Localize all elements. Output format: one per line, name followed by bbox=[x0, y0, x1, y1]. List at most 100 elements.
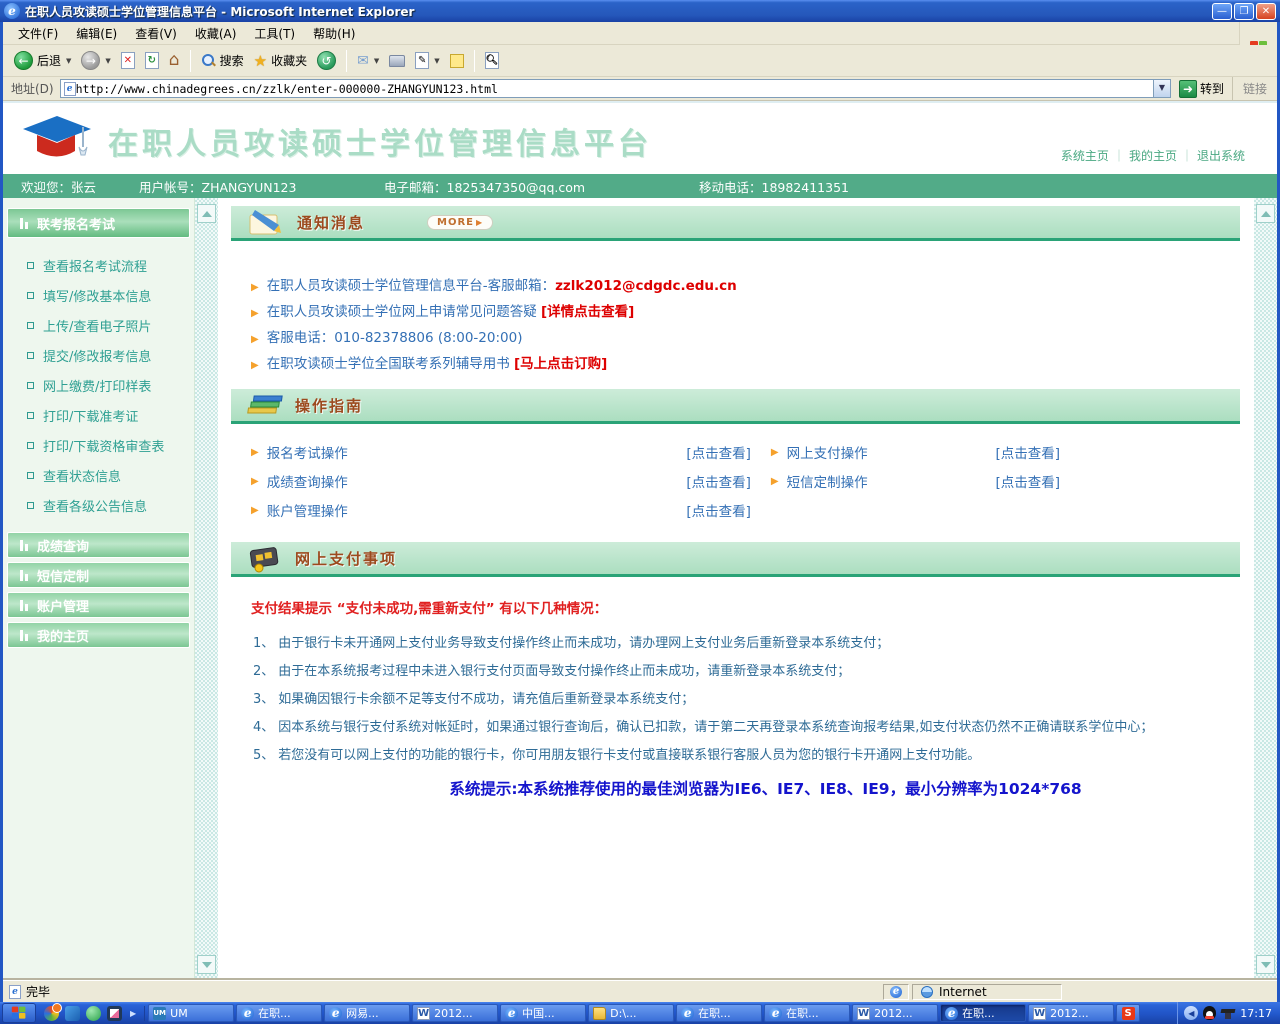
taskbar-button[interactable]: W2012... bbox=[852, 1004, 938, 1022]
search-button[interactable]: 搜索 bbox=[196, 50, 249, 71]
scroll-up-icon[interactable] bbox=[197, 204, 216, 223]
graduate-icon[interactable] bbox=[1221, 1007, 1235, 1019]
view-link[interactable]: [点击查看] bbox=[686, 471, 751, 491]
view-link[interactable]: [点击查看] bbox=[686, 500, 751, 520]
sidebar-item-submit-apply[interactable]: 提交/修改报考信息 bbox=[3, 340, 194, 370]
sidebar-section-myhome[interactable]: 我的主页 bbox=[7, 622, 190, 648]
view-link[interactable]: [点击查看] bbox=[995, 442, 1060, 462]
menu-favorites[interactable]: 收藏(A) bbox=[186, 22, 246, 45]
links-toolbar[interactable]: 链接 bbox=[1232, 77, 1273, 100]
notice-item[interactable]: ▶在职人员攻读硕士学位管理信息平台-客服邮箱：zzlk2012@cdgdc.ed… bbox=[251, 271, 1240, 297]
address-input-box[interactable]: e ▼ bbox=[60, 79, 1171, 98]
sidebar-item-view-announcements[interactable]: 查看各级公告信息 bbox=[3, 490, 194, 520]
notice-item[interactable]: ▶客服电话：010-82378806 (8:00-20:00) bbox=[251, 323, 1240, 349]
guide-row-pay: ▶ 网上支付操作 [点击查看] bbox=[771, 442, 1240, 462]
tray-collapse-icon[interactable]: ◀ bbox=[1184, 1006, 1198, 1020]
status-bar: e 完毕 e Internet bbox=[3, 980, 1277, 1002]
taskbar-button[interactable]: e在职... bbox=[236, 1004, 322, 1022]
nav-logout[interactable]: 退出系统 bbox=[1197, 149, 1245, 163]
taskbar-button[interactable]: D:\... bbox=[588, 1004, 674, 1022]
guide-row-account: ▶ 账户管理操作 [点击查看] bbox=[251, 500, 771, 520]
square-bullet-icon bbox=[27, 352, 34, 359]
scroll-down-icon[interactable] bbox=[1256, 955, 1275, 974]
bars-icon bbox=[20, 630, 29, 641]
edit-button[interactable]: ✎ ▼ bbox=[410, 50, 444, 71]
favorites-star-icon: ★ bbox=[254, 52, 267, 70]
refresh-button[interactable]: ↻ bbox=[140, 50, 164, 71]
emule-icon[interactable] bbox=[86, 1006, 101, 1021]
media-player-icon[interactable] bbox=[107, 1006, 122, 1021]
guide-row-score: ▶ 成绩查询操作 [点击查看] bbox=[251, 471, 771, 491]
taskbar-button[interactable]: e在职... bbox=[764, 1004, 850, 1022]
discuss-button[interactable] bbox=[445, 52, 469, 70]
favorites-button[interactable]: ★ 收藏夹 bbox=[249, 50, 312, 72]
taskbar-button[interactable]: e中国... bbox=[500, 1004, 586, 1022]
arrow-bullet-icon: ▶ bbox=[251, 505, 259, 516]
messenger-button[interactable]: 🔍︎ bbox=[480, 50, 504, 71]
quick-launch-expand-icon[interactable]: ▶ bbox=[128, 1009, 136, 1018]
360-swirl-icon[interactable] bbox=[44, 1006, 59, 1021]
menu-edit[interactable]: 编辑(E) bbox=[67, 22, 126, 45]
sidebar-section-scores[interactable]: 成绩查询 bbox=[7, 532, 190, 558]
taskbar-button[interactable]: W2012... bbox=[412, 1004, 498, 1022]
scroll-down-icon[interactable] bbox=[197, 955, 216, 974]
start-button[interactable] bbox=[2, 1003, 36, 1023]
close-button[interactable]: ✕ bbox=[1256, 3, 1276, 20]
mail-dropdown-icon[interactable]: ▼ bbox=[374, 57, 379, 65]
taskbar-button[interactable]: e在职... bbox=[676, 1004, 762, 1022]
mail-button[interactable]: ✉ ▼ bbox=[352, 51, 384, 71]
sidebar-scrollbar[interactable] bbox=[195, 198, 218, 980]
header-nav: 系统主页｜我的主页｜退出系统 bbox=[1057, 147, 1249, 164]
view-link[interactable]: [点击查看] bbox=[995, 471, 1060, 491]
sidebar-section-account[interactable]: 账户管理 bbox=[7, 592, 190, 618]
qq-icon[interactable] bbox=[1203, 1006, 1216, 1020]
taskbar-button[interactable]: e网易... bbox=[324, 1004, 410, 1022]
payment-item: 4、因本系统与银行支付系统对帐延时，如果通过银行查询后，确认已扣款，请于第二天再… bbox=[231, 711, 1240, 739]
taskbar-button[interactable]: W2012... bbox=[1028, 1004, 1114, 1022]
sogou-input-button[interactable]: S bbox=[1116, 1004, 1140, 1022]
messenger-icon[interactable] bbox=[65, 1006, 80, 1021]
home-button[interactable]: ⌂ bbox=[164, 50, 185, 71]
edit-icon: ✎ bbox=[415, 52, 429, 69]
menu-help[interactable]: 帮助(H) bbox=[304, 22, 364, 45]
minimize-button[interactable]: — bbox=[1212, 3, 1232, 20]
sidebar-item-view-status[interactable]: 查看状态信息 bbox=[3, 460, 194, 490]
stop-button[interactable]: ✕ bbox=[116, 50, 140, 71]
sidebar-item-print-review-form[interactable]: 打印/下载资格审查表 bbox=[3, 430, 194, 460]
sidebar-section-exam[interactable]: 联考报名考试 bbox=[7, 208, 190, 238]
nav-my-home[interactable]: 我的主页 bbox=[1129, 149, 1177, 163]
address-dropdown-icon[interactable]: ▼ bbox=[1153, 80, 1170, 97]
forward-button[interactable]: → ▼ bbox=[76, 49, 115, 72]
history-button[interactable]: ↺ bbox=[312, 49, 341, 72]
nav-system-home[interactable]: 系统主页 bbox=[1061, 149, 1109, 163]
sidebar-item-upload-photo[interactable]: 上传/查看电子照片 bbox=[3, 310, 194, 340]
view-link[interactable]: [点击查看] bbox=[686, 442, 751, 462]
sidebar-item-edit-basic-info[interactable]: 填写/修改基本信息 bbox=[3, 280, 194, 310]
sidebar-item-print-ticket[interactable]: 打印/下载准考证 bbox=[3, 400, 194, 430]
taskbar-button-active[interactable]: e在职... bbox=[940, 1004, 1026, 1022]
toolbar-separator bbox=[190, 50, 191, 72]
forward-icon: → bbox=[81, 51, 100, 70]
print-button[interactable] bbox=[384, 53, 410, 69]
taskbar-button[interactable]: UMUM bbox=[148, 1004, 234, 1022]
back-dropdown-icon[interactable]: ▼ bbox=[66, 57, 71, 65]
scroll-up-icon[interactable] bbox=[1256, 204, 1275, 223]
maximize-button[interactable]: ❐ bbox=[1234, 3, 1254, 20]
bars-icon bbox=[20, 540, 29, 551]
menu-tools[interactable]: 工具(T) bbox=[245, 22, 304, 45]
payment-item: 1、由于银行卡未开通网上支付业务导致支付操作终止而未成功，请办理网上支付业务后重… bbox=[231, 627, 1240, 655]
menu-file[interactable]: 文件(F) bbox=[9, 22, 67, 45]
arrow-bullet-icon: ▶ bbox=[251, 308, 259, 319]
sidebar-item-online-pay[interactable]: 网上缴费/打印样表 bbox=[3, 370, 194, 400]
address-input[interactable] bbox=[76, 82, 1153, 96]
content-scrollbar[interactable] bbox=[1254, 198, 1277, 980]
sidebar-section-sms[interactable]: 短信定制 bbox=[7, 562, 190, 588]
notice-item[interactable]: ▶在职人员攻读硕士学位网上申请常见问题答疑 [详情点击查看] bbox=[251, 297, 1240, 323]
back-button[interactable]: ← 后退 ▼ bbox=[9, 49, 76, 72]
guide-row-exam: ▶ 报名考试操作 [点击查看] bbox=[251, 442, 771, 462]
notice-item[interactable]: ▶在职攻读硕士学位全国联考系列辅导用书 [马上点击订购] bbox=[251, 349, 1240, 375]
menu-view[interactable]: 查看(V) bbox=[126, 22, 186, 45]
more-button[interactable]: MORE▶ bbox=[427, 215, 493, 230]
go-button[interactable]: ➜ 转到 bbox=[1179, 80, 1224, 98]
sidebar-item-view-process[interactable]: 查看报名考试流程 bbox=[3, 250, 194, 280]
